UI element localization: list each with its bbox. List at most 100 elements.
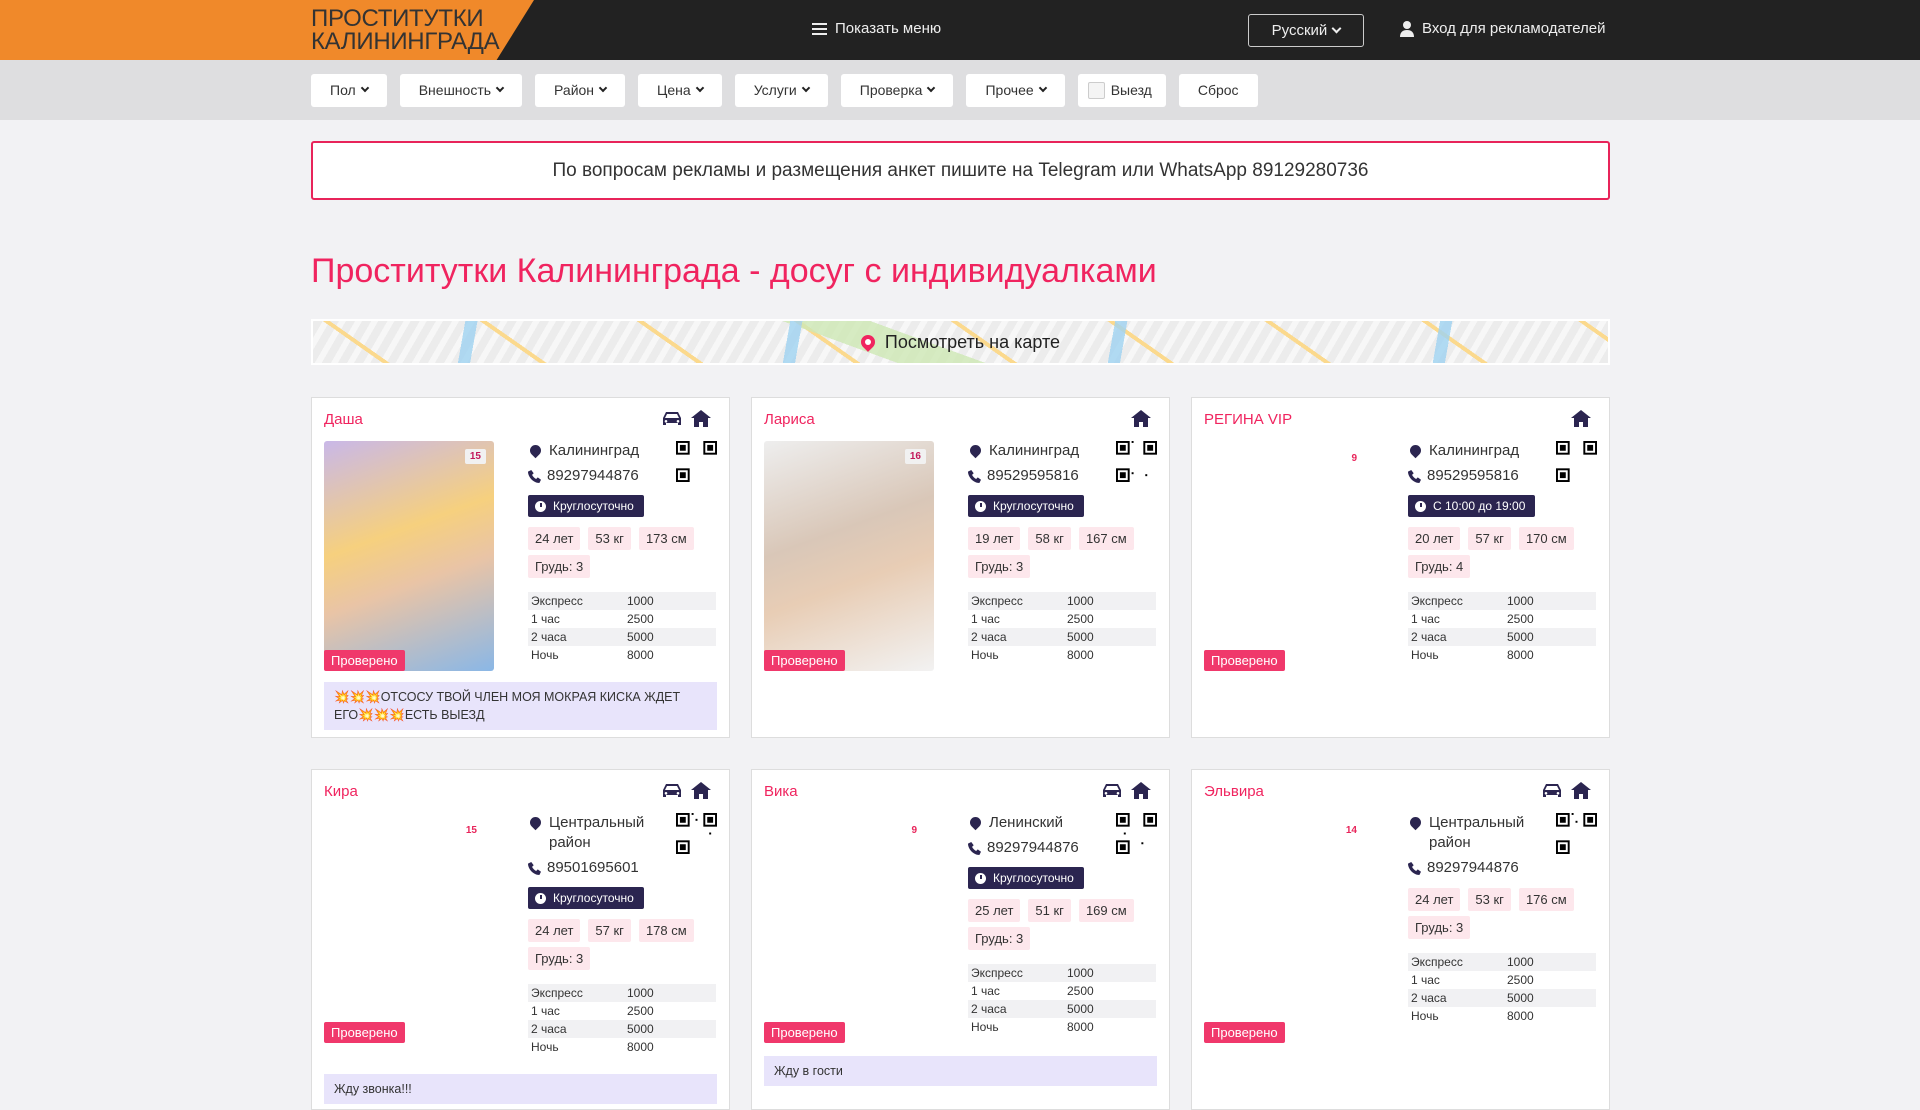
home-icon xyxy=(1571,410,1591,427)
service-icons xyxy=(1571,410,1591,427)
profile-card[interactable]: Эльвира 14 Проверено Центральный район 8… xyxy=(1191,769,1610,1110)
qr-code xyxy=(1116,441,1157,482)
service-icons xyxy=(1542,782,1591,799)
price-value: 5000 xyxy=(1507,991,1534,1005)
show-menu-button[interactable]: Показать меню xyxy=(812,20,941,37)
location-pin-icon xyxy=(527,442,544,459)
profile-photo[interactable]: 9 xyxy=(1204,441,1374,671)
profile-name[interactable]: Лариса xyxy=(764,411,815,428)
user-icon xyxy=(1400,20,1414,37)
location-pin-icon xyxy=(967,442,984,459)
weight-tag: 53 кг xyxy=(1468,888,1511,911)
price-table: Экспресс 1000 1 час 2500 2 часа 5000 Ночь 80… xyxy=(968,592,1156,664)
price-value: 2500 xyxy=(627,612,654,626)
price-value: 1000 xyxy=(1067,594,1094,608)
phone-number[interactable]: 89297944876 xyxy=(1427,858,1519,878)
reset-button[interactable]: Сброс xyxy=(1178,73,1258,107)
profile-card[interactable]: Кира 15 Проверено Центральный район 8950… xyxy=(311,769,730,1110)
price-value: 5000 xyxy=(1507,630,1534,644)
verified-badge: Проверено xyxy=(764,650,845,671)
photo-count-badge: 15 xyxy=(464,449,486,464)
filter-services[interactable]: Услуги xyxy=(734,73,828,107)
chest-tag: Грудь: 3 xyxy=(528,947,591,970)
price-label: 2 часа xyxy=(531,630,567,644)
qr-code xyxy=(676,441,717,482)
profile-name[interactable]: Вика xyxy=(764,783,798,800)
photo-count-badge: 14 xyxy=(1345,825,1357,836)
chevron-down-icon xyxy=(927,83,936,93)
profile-photo[interactable]: 15 xyxy=(324,441,494,671)
filter-price[interactable]: Цена xyxy=(638,73,722,107)
params: 24 лет 53 кг 176 см Грудь: 3 xyxy=(1408,888,1598,939)
profile-card[interactable]: Лариса 16 Проверено Калининград 89529595… xyxy=(751,397,1170,738)
phone-number[interactable]: 89529595816 xyxy=(1427,466,1519,486)
reset-label: Сброс xyxy=(1197,82,1239,98)
price-row: Экспресс 1000 xyxy=(968,964,1156,982)
age-tag: 24 лет xyxy=(528,919,581,942)
profile-name[interactable]: Эльвира xyxy=(1204,783,1264,800)
profile-card[interactable]: РЕГИНА VIP 9 Проверено Калининград 89529… xyxy=(1191,397,1610,738)
filter-verification[interactable]: Проверка xyxy=(840,73,954,107)
price-table: Экспресс 1000 1 час 2500 2 часа 5000 Ночь 80… xyxy=(968,964,1156,1036)
profile-name[interactable]: Кира xyxy=(324,783,358,800)
page-title: Проститутки Калининграда - досуг с индив… xyxy=(311,252,1157,290)
filter-appearance[interactable]: Внешность xyxy=(399,73,523,107)
phone-number[interactable]: 89501695601 xyxy=(547,858,639,878)
price-value: 2500 xyxy=(1067,984,1094,998)
map-pin-icon xyxy=(858,332,878,352)
price-value: 8000 xyxy=(1067,648,1094,662)
checkbox[interactable] xyxy=(1087,81,1105,99)
filter-district[interactable]: Район xyxy=(535,73,626,107)
verified-badge: Проверено xyxy=(764,1022,845,1043)
price-row: 2 часа 5000 xyxy=(968,628,1156,646)
weight-tag: 51 кг xyxy=(1028,899,1071,922)
location: Ленинский xyxy=(989,814,1063,831)
profile-name[interactable]: Даша xyxy=(324,411,363,428)
price-value: 8000 xyxy=(1507,1009,1534,1023)
price-label: Ночь xyxy=(531,1040,559,1054)
filter-label: Цена xyxy=(657,82,691,98)
location-pin-icon xyxy=(527,814,544,831)
price-value: 8000 xyxy=(1067,1020,1094,1034)
profile-photo[interactable]: 15 xyxy=(324,813,494,1043)
filter-gender[interactable]: Пол xyxy=(311,73,387,107)
price-label: 1 час xyxy=(1411,612,1440,626)
phone-icon xyxy=(968,842,981,855)
profile-card[interactable]: Вика 9 Проверено Ленинский 89297944876 К… xyxy=(751,769,1170,1110)
age-tag: 19 лет xyxy=(968,527,1021,550)
profile-card[interactable]: Даша 15 Проверено Калининград 8929794487… xyxy=(311,397,730,738)
verified-badge: Проверено xyxy=(1204,1022,1285,1043)
price-value: 2500 xyxy=(1507,973,1534,987)
phone-icon xyxy=(528,862,541,875)
filter-outcall-checkbox[interactable]: Выезд xyxy=(1077,73,1166,107)
advertiser-login-link[interactable]: Вход для рекламодателей xyxy=(1400,20,1606,37)
filter-bar: Пол Внешность Район Цена Услуги Проверка… xyxy=(0,60,1920,120)
filter-other[interactable]: Прочее xyxy=(966,73,1065,107)
price-label: 2 часа xyxy=(971,1002,1007,1016)
profile-photo[interactable]: 16 xyxy=(764,441,934,671)
phone-number[interactable]: 89297944876 xyxy=(547,466,639,486)
view-on-map-button[interactable]: Посмотреть на карте xyxy=(311,319,1610,365)
price-row: 2 часа 5000 xyxy=(528,1020,716,1038)
profile-photo[interactable]: 14 xyxy=(1204,813,1374,1043)
language-select[interactable]: Русский xyxy=(1248,14,1364,47)
profile-photo[interactable]: 9 xyxy=(764,813,934,1043)
price-row: Экспресс 1000 xyxy=(968,592,1156,610)
price-row: Ночь 8000 xyxy=(528,1038,716,1056)
location-pin-icon xyxy=(1407,814,1424,831)
phone-number[interactable]: 89297944876 xyxy=(987,838,1079,858)
verified-badge: Проверено xyxy=(324,650,405,671)
price-value: 5000 xyxy=(627,630,654,644)
working-hours-badge: Круглосуточно xyxy=(968,495,1084,517)
chevron-down-icon xyxy=(695,83,704,93)
logo-text[interactable]: ПРОСТИТУТКИ КАЛИНИНГРАДА xyxy=(311,7,500,54)
price-value: 2500 xyxy=(1507,612,1534,626)
service-icons xyxy=(1102,782,1151,799)
profile-description: Жду звонка!!! xyxy=(324,1074,717,1104)
params: 25 лет 51 кг 169 см Грудь: 3 xyxy=(968,899,1158,950)
weight-tag: 53 кг xyxy=(588,527,631,550)
phone-number[interactable]: 89529595816 xyxy=(987,466,1079,486)
profile-name[interactable]: РЕГИНА VIP xyxy=(1204,411,1292,428)
chevron-down-icon xyxy=(598,83,608,93)
price-label: Экспресс xyxy=(1411,955,1463,969)
